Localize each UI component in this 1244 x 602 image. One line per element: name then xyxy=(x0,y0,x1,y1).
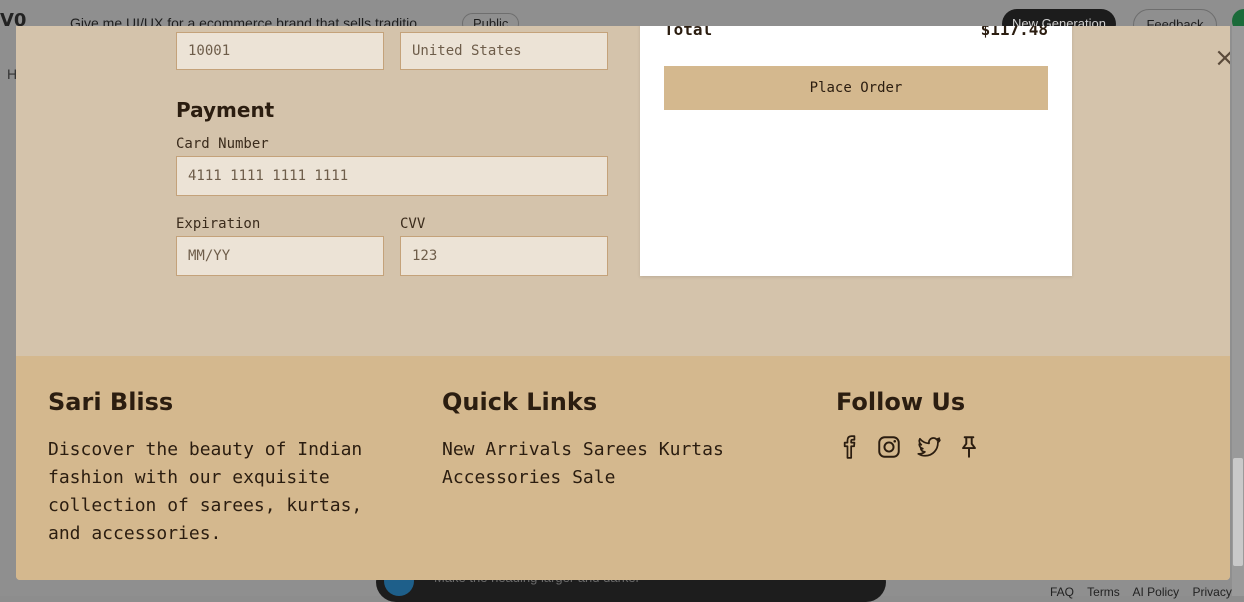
privacy-link: Privacy xyxy=(1192,585,1232,599)
quick-links-list: New Arrivals Sarees Kurtas Accessories S… xyxy=(442,436,782,492)
quick-links-title: Quick Links xyxy=(442,388,598,416)
order-summary-card: Total $117.48 Place Order xyxy=(640,26,1072,276)
site-footer: Sari Bliss Discover the beauty of Indian… xyxy=(16,356,1230,580)
facebook-icon[interactable] xyxy=(836,434,862,460)
faq-link: FAQ xyxy=(1050,585,1075,599)
card-number-field[interactable]: 4111 1111 1111 1111 xyxy=(176,156,608,196)
link-sarees[interactable]: Sarees xyxy=(583,439,648,460)
expiration-label: Expiration xyxy=(176,216,261,232)
country-field[interactable]: United States xyxy=(400,32,608,70)
total-label: Total xyxy=(664,26,713,39)
expiration-field[interactable]: MM/YY xyxy=(176,236,384,276)
payment-title: Payment xyxy=(176,98,275,122)
place-order-button[interactable]: Place Order xyxy=(664,66,1048,110)
app-footer-links: FAQ Terms AI Policy Privacy xyxy=(1050,585,1242,599)
scrollbar-thumb[interactable] xyxy=(1233,458,1243,566)
close-icon[interactable]: × xyxy=(1214,45,1230,71)
twitter-icon[interactable] xyxy=(916,434,942,460)
pinterest-icon[interactable] xyxy=(956,434,982,460)
link-sale[interactable]: Sale xyxy=(572,467,615,488)
zip-field[interactable]: 10001 xyxy=(176,32,384,70)
link-accessories[interactable]: Accessories xyxy=(442,467,561,488)
ai-policy-link: AI Policy xyxy=(1132,585,1180,599)
link-new-arrivals[interactable]: New Arrivals xyxy=(442,439,572,460)
total-value: $117.48 xyxy=(980,26,1048,39)
card-number-label: Card Number xyxy=(176,136,269,152)
follow-us-title: Follow Us xyxy=(836,388,966,416)
cvv-field[interactable]: 123 xyxy=(400,236,608,276)
instagram-icon[interactable] xyxy=(876,434,902,460)
cvv-label: CVV xyxy=(400,216,426,232)
brand-description: Discover the beauty of Indian fashion wi… xyxy=(48,439,363,544)
checkout-modal: × 10001 United States Payment Card Numbe… xyxy=(16,26,1230,580)
brand-title: Sari Bliss xyxy=(48,388,174,416)
link-kurtas[interactable]: Kurtas xyxy=(659,439,724,460)
terms-link: Terms xyxy=(1087,585,1120,599)
